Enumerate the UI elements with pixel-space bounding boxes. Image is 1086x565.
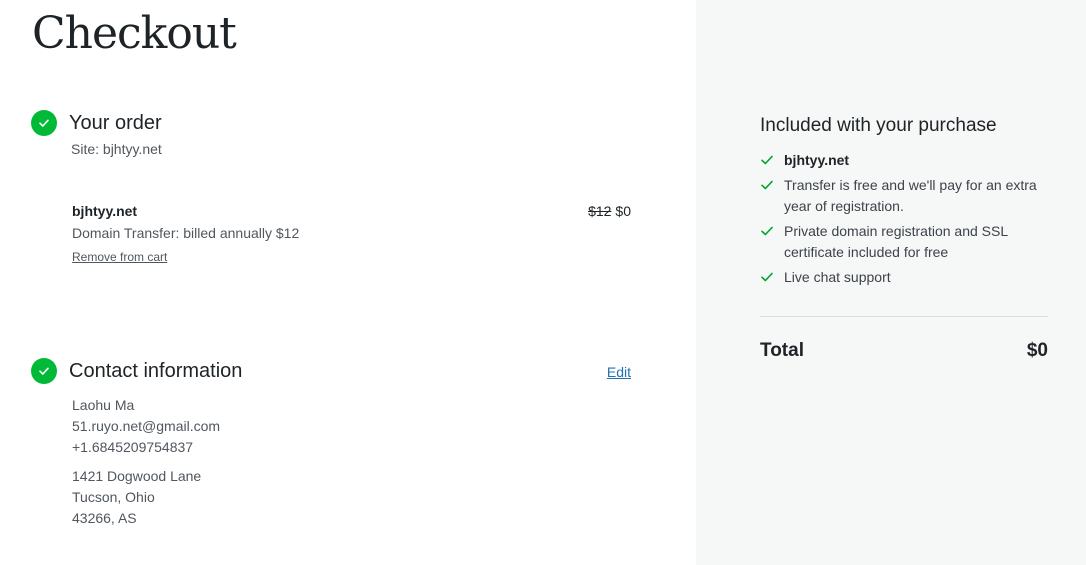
order-site-label: Site: bjhtyy.net: [71, 141, 162, 157]
edit-contact-link[interactable]: Edit: [607, 364, 631, 380]
checkmark-icon: [761, 226, 773, 236]
page-title: Checkout: [32, 8, 237, 59]
contact-email: 51.ruyo.net@gmail.com: [72, 418, 221, 434]
order-summary-sidebar: Included with your purchase bjhtyy.net T…: [696, 0, 1086, 565]
included-item-label: bjhtyy.net: [784, 152, 850, 168]
contact-information-heading: Contact information: [69, 360, 243, 382]
checkmark-icon: [761, 155, 773, 165]
contact-address-line3: 43266, AS: [72, 510, 137, 526]
included-item: Transfer is free and we'll pay for an ex…: [760, 175, 1060, 217]
included-heading: Included with your purchase: [760, 115, 997, 136]
included-list: bjhtyy.net Transfer is free and we'll pa…: [760, 150, 1060, 292]
remove-from-cart-link[interactable]: Remove from cart: [72, 250, 167, 264]
included-item-label: Transfer is free and we'll pay for an ex…: [784, 177, 1037, 214]
order-item-price: $12 $0: [588, 203, 631, 219]
checkmark-icon: [761, 180, 773, 190]
included-item-label: Private domain registration and SSL cert…: [784, 223, 1008, 260]
step-complete-icon: [31, 110, 57, 136]
original-price: $12: [588, 203, 612, 219]
checkout-main-panel: Checkout Your order Site: bjhtyy.net bjh…: [0, 0, 696, 565]
included-item: bjhtyy.net: [760, 150, 1060, 171]
total-label: Total: [760, 340, 804, 361]
summary-divider: [760, 316, 1048, 317]
included-item: Live chat support: [760, 267, 1060, 288]
checkmark-icon: [39, 119, 49, 127]
contact-address-line1: 1421 Dogwood Lane: [72, 468, 202, 484]
checkout-page: Checkout Your order Site: bjhtyy.net bjh…: [0, 0, 1086, 565]
contact-name: Laohu Ma: [72, 397, 135, 413]
checkmark-icon: [39, 367, 49, 375]
total-value: $0: [1026, 340, 1048, 361]
current-price: $0: [615, 203, 631, 219]
included-item-label: Live chat support: [784, 269, 891, 285]
contact-phone: +1.6845209754837: [72, 439, 194, 455]
order-item-name: bjhtyy.net: [72, 203, 138, 219]
contact-address-line2: Tucson, Ohio: [72, 489, 155, 505]
included-item: Private domain registration and SSL cert…: [760, 221, 1060, 263]
order-item-description: Domain Transfer: billed annually $12: [72, 225, 300, 241]
your-order-heading: Your order: [69, 112, 162, 134]
step-complete-icon: [31, 358, 57, 384]
checkmark-icon: [761, 272, 773, 282]
